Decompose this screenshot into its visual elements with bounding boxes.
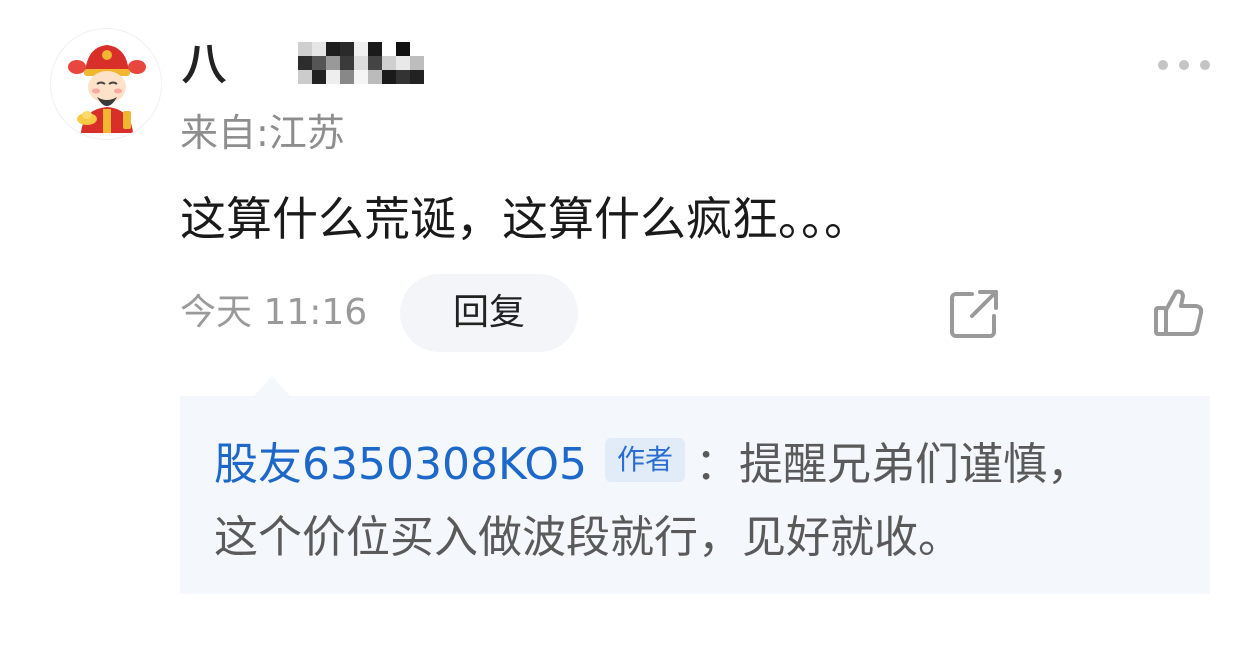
comment-text: 这算什么荒诞，这算什么疯狂。。。 — [180, 192, 870, 246]
reply-username-link[interactable]: 股友6350308KO5 — [214, 428, 587, 492]
more-dots-icon — [1158, 60, 1168, 70]
share-icon — [950, 290, 998, 338]
reply-item: 股友6350308KO5 作者 ：提醒兄弟们谨慎， — [214, 428, 1091, 492]
reply-thread-pointer — [254, 376, 290, 396]
more-dots-icon — [1179, 60, 1189, 70]
username-text: 八 — [182, 39, 226, 90]
thumbs-up-icon — [1154, 289, 1204, 336]
reply-text-continued: 这个价位买入做波段就行，见好就收。 — [214, 512, 962, 563]
more-dots-icon — [1200, 60, 1210, 70]
privacy-mosaic — [298, 42, 424, 84]
username[interactable]: 八 — [180, 36, 460, 94]
share-button[interactable] — [948, 288, 1000, 340]
avatar[interactable] — [50, 28, 162, 140]
author-badge: 作者 — [605, 438, 686, 482]
timestamp: 今天 11:16 — [180, 292, 368, 333]
more-options-button[interactable] — [1158, 56, 1210, 74]
fortune-god-avatar-icon — [68, 45, 146, 133]
reply-thread: 股友6350308KO5 作者 ：提醒兄弟们谨慎， 这个价位买入做波段就行，见好… — [180, 376, 1210, 594]
like-button[interactable] — [1152, 286, 1206, 340]
location-label: 来自:江苏 — [180, 111, 345, 155]
reply-text: ：提醒兄弟们谨慎， — [695, 439, 1092, 490]
reply-button[interactable]: 回复 — [400, 274, 578, 352]
